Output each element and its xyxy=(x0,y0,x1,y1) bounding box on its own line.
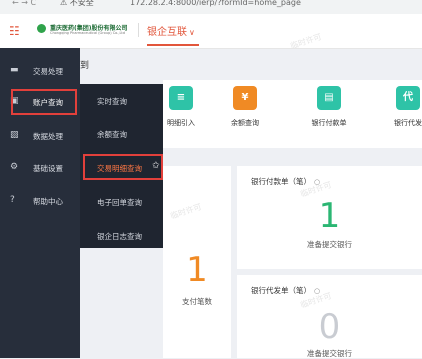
bank-agent-caption: 准备提交银行 xyxy=(307,349,352,358)
help-icon: ? xyxy=(10,195,15,205)
header-divider xyxy=(138,23,139,37)
submenu-item-label: 银企日志查询 xyxy=(97,232,142,241)
bank-agent-value: 0 xyxy=(318,307,341,347)
refresh-icon[interactable]: ○ xyxy=(314,287,320,295)
apps-grid-icon[interactable]: ☷ xyxy=(9,24,20,38)
refresh-icon[interactable]: ○ xyxy=(314,178,320,186)
sidebar-item-transactions[interactable]: ▬ 交易处理 xyxy=(0,58,80,84)
gear-icon: ⚙ xyxy=(10,162,19,172)
page-title-fragment: 到 xyxy=(80,61,90,71)
sidebar-item-help-center[interactable]: ? 帮助中心 xyxy=(0,188,80,214)
sidebar-item-label: 交易处理 xyxy=(33,67,63,76)
chevron-down-icon: ∨ xyxy=(189,28,195,37)
tile-balance-query[interactable]: ¥ 余额查询 xyxy=(225,86,265,138)
quick-access-panel: ≡ 明细引入 ¥ 余额查询 ▤ 银行付款单 代 银行代发 xyxy=(163,80,422,148)
payment-count-value: 1 xyxy=(186,250,208,290)
security-warning[interactable]: ⚠ 不安全 xyxy=(60,0,94,8)
module-label: 银企互联 xyxy=(147,27,187,38)
browser-nav-icons[interactable]: ← → C xyxy=(12,0,36,8)
submenu-item-realtime-query[interactable]: 实时查询 xyxy=(80,90,163,112)
card-title: 银行付款单（笔） xyxy=(251,177,311,186)
bank-payment-card: 银行付款单（笔） ○ 1 准备提交银行 xyxy=(237,166,422,269)
highlight-box-transaction-detail xyxy=(83,154,163,180)
payment-count-caption: 支付笔数 xyxy=(182,297,212,306)
sidebar-item-label: 数据处理 xyxy=(33,132,63,141)
submenu-item-label: 电子回单查询 xyxy=(97,198,142,207)
submenu-item-label: 余额查询 xyxy=(97,130,127,139)
submenu-item-e-receipt[interactable]: 电子回单查询 xyxy=(80,191,163,213)
url-text[interactable]: 172.28.2.4:8000/ierp/?formId=home_page xyxy=(130,0,301,8)
app-header: ☷ 重庆医药(集团)股份有限公司 Chongqing Pharmaceutica… xyxy=(0,14,422,49)
sidebar-item-label: 基础设置 xyxy=(33,164,63,173)
agent-pay-icon: 代 xyxy=(396,86,420,110)
bank-agent-card: 银行代发单（笔） ○ 0 准备提交银行 xyxy=(237,275,422,358)
balance-icon: ¥ xyxy=(233,86,257,110)
tile-detail-import[interactable]: ≡ 明细引入 xyxy=(161,86,201,138)
payment-count-card: 1 支付笔数 xyxy=(163,166,231,358)
submenu-item-label: 实时查询 xyxy=(97,97,127,106)
highlight-box-account-query xyxy=(11,89,77,115)
tile-label: 银行代发 xyxy=(394,119,422,127)
module-underline xyxy=(147,44,199,46)
payment-icon: ▤ xyxy=(317,86,341,110)
tile-bank-payment[interactable]: ▤ 银行付款单 xyxy=(309,86,349,138)
image-icon: ▨ xyxy=(10,130,19,140)
submenu-item-bank-log[interactable]: 银企日志查询 xyxy=(80,225,163,247)
bank-payment-value: 1 xyxy=(318,196,341,236)
tile-bank-agent-pay[interactable]: 代 银行代发 xyxy=(388,86,422,138)
company-name-en: Chongqing Pharmaceutical (Group) Co.,Ltd xyxy=(50,31,125,35)
tile-label: 余额查询 xyxy=(231,119,259,127)
sidebar-item-basic-settings[interactable]: ⚙ 基础设置 xyxy=(0,155,80,181)
import-icon: ≡ xyxy=(169,86,193,110)
bank-payment-caption: 准备提交银行 xyxy=(307,240,352,249)
card-title: 银行代发单（笔） xyxy=(251,286,311,295)
sidebar-item-data-processing[interactable]: ▨ 数据处理 xyxy=(0,123,80,149)
submenu-item-balance-query[interactable]: 余额查询 xyxy=(80,123,163,145)
company-logo-icon xyxy=(37,24,46,33)
module-switcher[interactable]: 银企互联 ∨ xyxy=(147,23,195,38)
tile-label: 银行付款单 xyxy=(311,119,347,127)
card-icon: ▬ xyxy=(10,65,19,75)
sidebar-item-label: 帮助中心 xyxy=(33,197,63,206)
browser-address-bar: ← → C ⚠ 不安全 172.28.2.4:8000/ierp/?formId… xyxy=(0,0,422,15)
